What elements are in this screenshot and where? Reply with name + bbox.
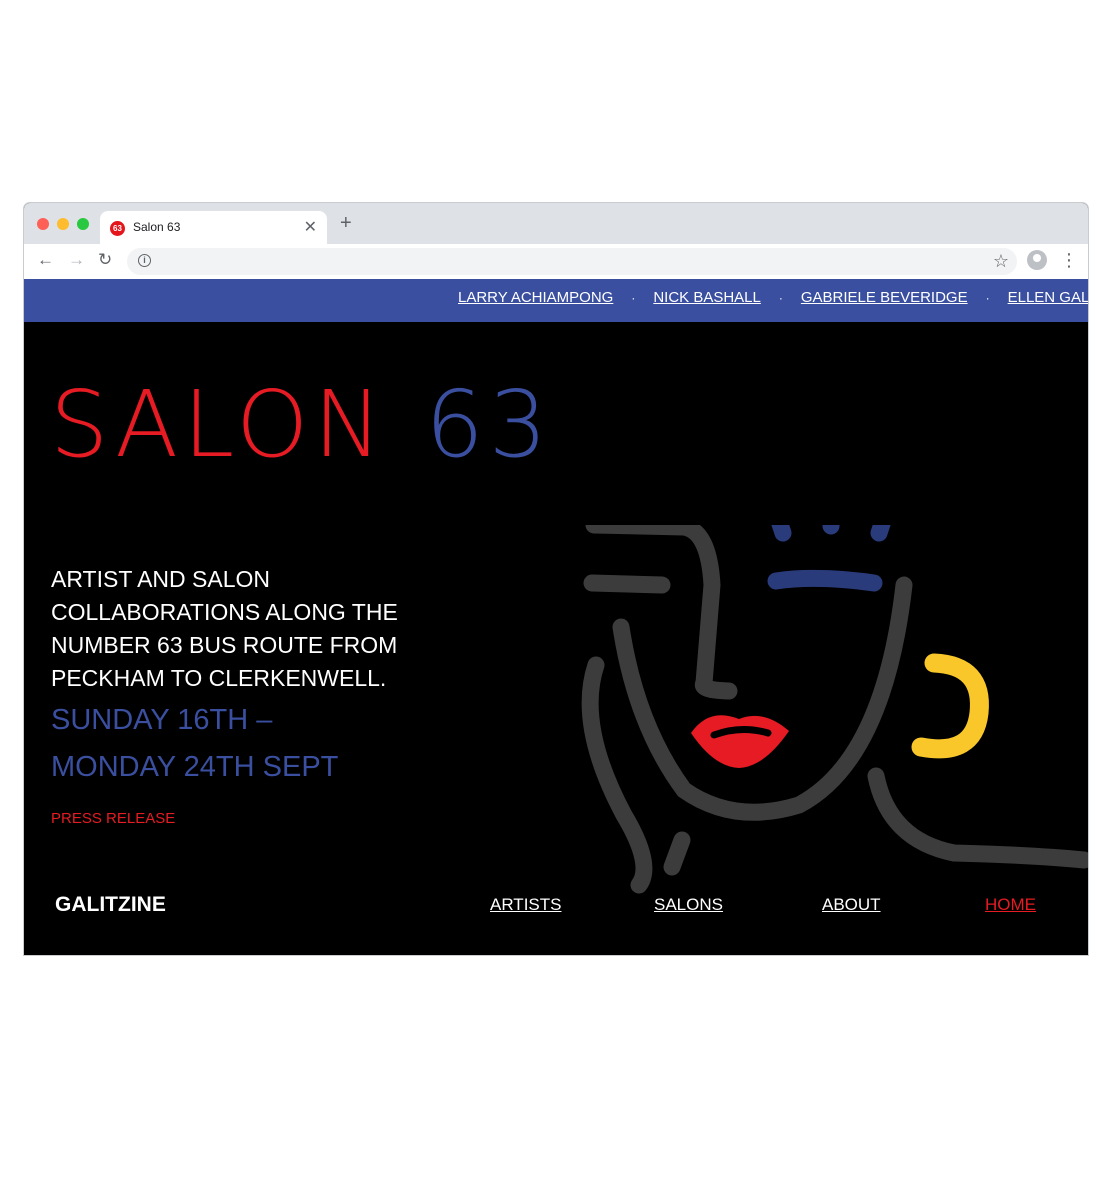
browser-titlebar: 63 Salon 63 ✕ + xyxy=(24,203,1088,244)
close-window-button[interactable] xyxy=(37,218,49,230)
event-dates: SUNDAY 16TH – MONDAY 24TH SEPT xyxy=(51,697,431,791)
face-illustration xyxy=(581,525,1088,894)
kebab-menu-icon[interactable]: ⋮ xyxy=(1060,250,1078,271)
nav-salons[interactable]: SALONS xyxy=(654,895,723,915)
red-lips xyxy=(691,715,789,768)
address-bar[interactable]: i ☆ xyxy=(127,248,1017,275)
artist-separator: · xyxy=(778,291,783,305)
maximize-window-button[interactable] xyxy=(77,218,89,230)
logo-word: SALON xyxy=(50,371,388,478)
nav-home[interactable]: HOME xyxy=(985,895,1036,915)
logo-number: 63 xyxy=(425,371,553,478)
salon-63-logo: SALON 63 xyxy=(50,379,552,471)
browser-tab[interactable]: 63 Salon 63 ✕ xyxy=(100,211,327,244)
profile-avatar-icon[interactable] xyxy=(1027,250,1047,270)
press-release-link[interactable]: PRESS RELEASE xyxy=(51,810,175,827)
browser-toolbar: ← → ↻ i ☆ ⋮ xyxy=(24,244,1088,280)
blue-lash-left xyxy=(771,525,792,542)
back-arrow-icon[interactable]: ← xyxy=(37,250,54,270)
face-jaw-line xyxy=(612,576,913,821)
hero-tagline: ARTIST AND SALON COLLABORATIONS ALONG TH… xyxy=(51,566,398,691)
dates-end: MONDAY 24TH SEPT xyxy=(51,751,339,783)
tab-title: Salon 63 xyxy=(133,220,181,234)
reload-icon[interactable]: ↻ xyxy=(98,250,112,270)
face-brow-line xyxy=(585,525,721,692)
artist-list: LARRY ACHIAMPONG · NICK BASHALL · GABRIELE B… xyxy=(458,289,1088,307)
plus-icon[interactable]: + xyxy=(340,213,352,233)
forward-arrow-icon[interactable]: → xyxy=(68,250,85,270)
artist-link[interactable]: GABRIELE BEVERIDGE xyxy=(801,289,968,306)
face-chin-line xyxy=(663,831,691,876)
artist-bar: LARRY ACHIAMPONG · NICK BASHALL · GABRIELE B… xyxy=(24,279,1088,322)
dates-start: SUNDAY 16TH – xyxy=(51,704,273,736)
nav-about[interactable]: ABOUT xyxy=(822,895,881,915)
artist-separator: · xyxy=(631,291,636,305)
galitzine-logo[interactable]: GALITZINE xyxy=(55,893,166,917)
site-page: LARRY ACHIAMPONG · NICK BASHALL · GABRIELE B… xyxy=(24,279,1088,955)
yellow-earring xyxy=(911,653,989,759)
face-neck-line xyxy=(867,767,1088,869)
info-icon[interactable]: i xyxy=(138,254,151,267)
artist-separator: · xyxy=(985,291,990,305)
favicon-icon: 63 xyxy=(110,221,125,236)
star-icon[interactable]: ☆ xyxy=(993,251,1009,272)
artist-link[interactable]: NICK BASHALL xyxy=(653,289,761,306)
artist-link[interactable]: ELLEN GALLAGHER xyxy=(1008,289,1088,306)
blue-lash-right xyxy=(870,525,891,542)
nav-artists[interactable]: ARTISTS xyxy=(490,895,561,915)
close-icon[interactable]: ✕ xyxy=(304,217,317,237)
artist-link[interactable]: LARRY ACHIAMPONG xyxy=(458,289,613,306)
blue-brow xyxy=(767,569,883,592)
face-nose-line xyxy=(694,674,738,700)
face-eye-line xyxy=(583,574,671,594)
minimize-window-button[interactable] xyxy=(57,218,69,230)
browser-window: 63 Salon 63 ✕ + ← → ↻ i ☆ ⋮ LARRY ACHIAM… xyxy=(24,203,1088,955)
